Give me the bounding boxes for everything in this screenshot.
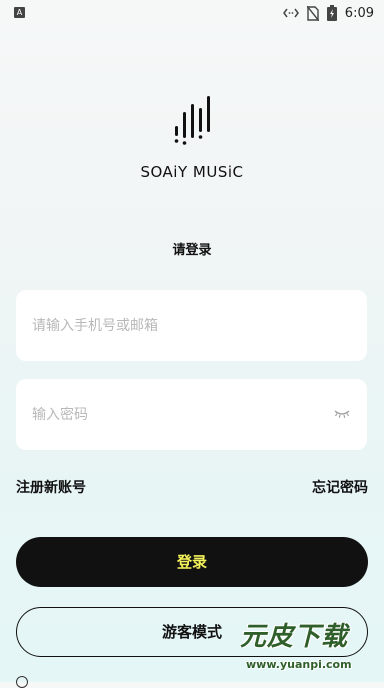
status-time: 6:09 bbox=[344, 5, 374, 21]
status-icons: 6:09 bbox=[282, 4, 374, 22]
forgot-password-link[interactable]: 忘记密码 bbox=[312, 477, 368, 497]
watermark-url: www.yuanpi.com bbox=[246, 658, 352, 671]
notification-icon: A bbox=[14, 7, 25, 18]
password-field[interactable] bbox=[16, 379, 367, 450]
login-title: 请登录 bbox=[172, 243, 212, 258]
eye-closed-icon[interactable] bbox=[333, 408, 351, 420]
status-bar: A 6:09 bbox=[0, 0, 384, 26]
register-link[interactable]: 注册新账号 bbox=[16, 477, 86, 497]
phone-email-field[interactable] bbox=[16, 290, 367, 361]
sound-wave-logo-icon bbox=[174, 96, 210, 145]
battery-charging-icon bbox=[326, 5, 337, 21]
no-sim-icon bbox=[306, 5, 319, 21]
phone-email-input[interactable] bbox=[32, 290, 332, 361]
login-button[interactable]: 登录 bbox=[16, 537, 368, 587]
agreement-radio[interactable] bbox=[16, 676, 28, 688]
watermark: 元皮下载 www.yuanpi.com bbox=[234, 610, 384, 682]
brand-name: SOAiY MUSiC bbox=[140, 163, 244, 181]
data-saver-icon bbox=[282, 8, 299, 18]
password-input[interactable] bbox=[32, 379, 332, 450]
watermark-text: 元皮下载 bbox=[240, 622, 349, 652]
